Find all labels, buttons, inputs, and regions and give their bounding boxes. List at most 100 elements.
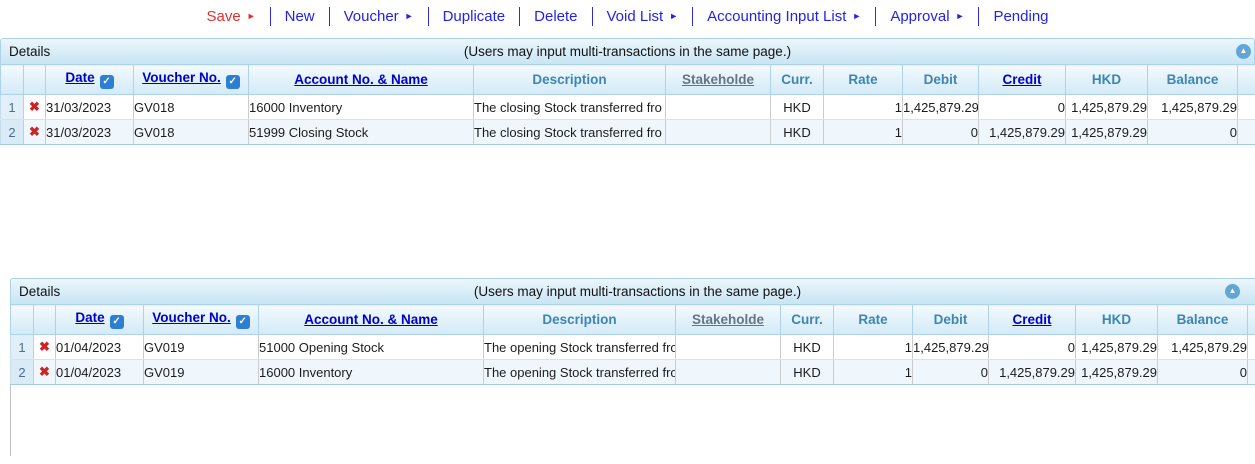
- cell-account[interactable]: 51999 Closing Stock: [249, 120, 474, 145]
- spacer-column-header: [1248, 305, 1255, 335]
- cell-credit[interactable]: 1,425,879.29: [979, 120, 1066, 145]
- column-header-date: Date ✓: [56, 305, 144, 335]
- delete-row-icon[interactable]: ✖: [39, 364, 50, 379]
- column-header-account: Account No. & Name: [259, 305, 484, 335]
- cell-voucher-no[interactable]: GV018: [134, 120, 249, 145]
- collapse-panel-button[interactable]: ▲: [1225, 284, 1240, 299]
- panel-title: Details: [19, 279, 60, 304]
- column-header-debit: Debit: [903, 65, 979, 95]
- toolbar-new-button[interactable]: New: [271, 7, 330, 26]
- cell-currency[interactable]: HKD: [771, 120, 824, 145]
- date-checkbox[interactable]: ✓: [110, 315, 124, 329]
- cell-stakeholder[interactable]: [676, 335, 781, 360]
- check-icon: ✓: [110, 315, 124, 329]
- cell-account[interactable]: 51000 Opening Stock: [259, 335, 484, 360]
- cell-stakeholder[interactable]: [666, 95, 771, 120]
- chevron-up-icon: ▲: [1225, 284, 1240, 298]
- cell-credit[interactable]: 0: [989, 335, 1076, 360]
- cell-description[interactable]: The closing Stock transferred fro: [474, 95, 666, 120]
- panel-title: Details: [9, 39, 50, 64]
- menu-arrow-icon: ►: [405, 7, 414, 26]
- cell-currency[interactable]: HKD: [771, 95, 824, 120]
- cell-balance[interactable]: 0: [1148, 120, 1238, 145]
- cell-description[interactable]: The opening Stock transferred fro: [484, 360, 676, 385]
- cell-voucher-no[interactable]: GV019: [144, 335, 259, 360]
- voucher-no-checkbox[interactable]: ✓: [226, 75, 240, 89]
- column-header-hkd: HKD: [1066, 65, 1148, 95]
- cell-voucher-no[interactable]: GV019: [144, 360, 259, 385]
- panel-titlebar: Details (Users may input multi-transacti…: [0, 38, 1255, 64]
- cell-hkd[interactable]: 1,425,879.29: [1066, 95, 1148, 120]
- cell-voucher-no[interactable]: GV018: [134, 95, 249, 120]
- toolbar-delete-button[interactable]: Delete: [520, 7, 592, 26]
- table-row: 2 ✖ 31/03/2023 GV018 51999 Closing Stock…: [1, 120, 1255, 145]
- cell-currency[interactable]: HKD: [781, 335, 834, 360]
- credit-sort-link[interactable]: Credit: [1002, 72, 1041, 87]
- account-sort-link[interactable]: Account No. & Name: [304, 312, 438, 327]
- table-row: 2 ✖ 01/04/2023 GV019 16000 Inventory The…: [11, 360, 1255, 385]
- cell-debit[interactable]: 1,425,879.29: [913, 335, 989, 360]
- cell-description[interactable]: The opening Stock transferred fro: [484, 335, 676, 360]
- cell-hkd[interactable]: 1,425,879.29: [1066, 120, 1148, 145]
- delete-row-icon[interactable]: ✖: [29, 124, 40, 139]
- cell-currency[interactable]: HKD: [781, 360, 834, 385]
- spacer-cell: [1238, 120, 1255, 145]
- cell-description[interactable]: The closing Stock transferred fro: [474, 120, 666, 145]
- cell-credit[interactable]: 1,425,879.29: [989, 360, 1076, 385]
- cell-stakeholder[interactable]: [676, 360, 781, 385]
- cell-debit[interactable]: 0: [913, 360, 989, 385]
- cell-debit[interactable]: 0: [903, 120, 979, 145]
- date-checkbox[interactable]: ✓: [100, 75, 114, 89]
- stakeholder-sort-link[interactable]: Stakeholde: [682, 72, 754, 87]
- details-panel-2: Details (Users may input multi-transacti…: [10, 278, 1255, 456]
- toolbar-save-button[interactable]: Save ►: [192, 7, 270, 26]
- delete-cell: ✖: [24, 120, 46, 145]
- toolbar-accounting-input-list-button[interactable]: Accounting Input List ►: [693, 7, 876, 26]
- cell-rate[interactable]: 1: [834, 335, 913, 360]
- voucher-no-checkbox[interactable]: ✓: [236, 315, 250, 329]
- cell-date[interactable]: 01/04/2023: [56, 335, 144, 360]
- cell-balance[interactable]: 0: [1158, 360, 1248, 385]
- cell-date[interactable]: 01/04/2023: [56, 360, 144, 385]
- delete-row-icon[interactable]: ✖: [29, 99, 40, 114]
- collapse-panel-button[interactable]: ▲: [1236, 44, 1251, 59]
- cell-date[interactable]: 31/03/2023: [46, 120, 134, 145]
- delete-row-icon[interactable]: ✖: [39, 339, 50, 354]
- delete-cell: ✖: [24, 95, 46, 120]
- toolbar-approval-button[interactable]: Approval ►: [876, 7, 979, 26]
- cell-account[interactable]: 16000 Inventory: [259, 360, 484, 385]
- date-sort-link[interactable]: Date: [65, 70, 94, 85]
- account-sort-link[interactable]: Account No. & Name: [294, 72, 428, 87]
- toolbar-duplicate-button[interactable]: Duplicate: [429, 7, 521, 26]
- menu-arrow-icon: ►: [247, 7, 256, 26]
- date-sort-link[interactable]: Date: [75, 310, 104, 325]
- spacer-cell: [1248, 335, 1255, 360]
- cell-rate[interactable]: 1: [834, 360, 913, 385]
- cell-hkd[interactable]: 1,425,879.29: [1076, 335, 1158, 360]
- toolbar-pending-button[interactable]: Pending: [979, 7, 1062, 26]
- toolbar-void-list-button[interactable]: Void List ►: [593, 7, 694, 26]
- column-header-credit: Credit: [979, 65, 1066, 95]
- voucher-no-sort-link[interactable]: Voucher No.: [142, 70, 221, 85]
- cell-date[interactable]: 31/03/2023: [46, 95, 134, 120]
- cell-credit[interactable]: 0: [979, 95, 1066, 120]
- stakeholder-sort-link[interactable]: Stakeholde: [692, 312, 764, 327]
- duplicate-label: Duplicate: [443, 7, 506, 26]
- cell-balance[interactable]: 1,425,879.29: [1158, 335, 1248, 360]
- cell-stakeholder[interactable]: [666, 120, 771, 145]
- empty-entry-area: [10, 385, 1255, 456]
- credit-sort-link[interactable]: Credit: [1012, 312, 1051, 327]
- toolbar-voucher-button[interactable]: Voucher ►: [330, 7, 429, 26]
- column-header-balance: Balance: [1158, 305, 1248, 335]
- voucher-no-sort-link[interactable]: Voucher No.: [152, 310, 231, 325]
- cell-balance[interactable]: 1,425,879.29: [1148, 95, 1238, 120]
- cell-hkd[interactable]: 1,425,879.29: [1076, 360, 1158, 385]
- chevron-up-icon: ▲: [1236, 44, 1251, 58]
- cell-debit[interactable]: 1,425,879.29: [903, 95, 979, 120]
- column-header-voucher-no: Voucher No. ✓: [134, 65, 249, 95]
- cell-rate[interactable]: 1: [824, 120, 903, 145]
- column-header-voucher-no: Voucher No. ✓: [144, 305, 259, 335]
- cell-rate[interactable]: 1: [824, 95, 903, 120]
- spacer-cell: [1248, 360, 1255, 385]
- cell-account[interactable]: 16000 Inventory: [249, 95, 474, 120]
